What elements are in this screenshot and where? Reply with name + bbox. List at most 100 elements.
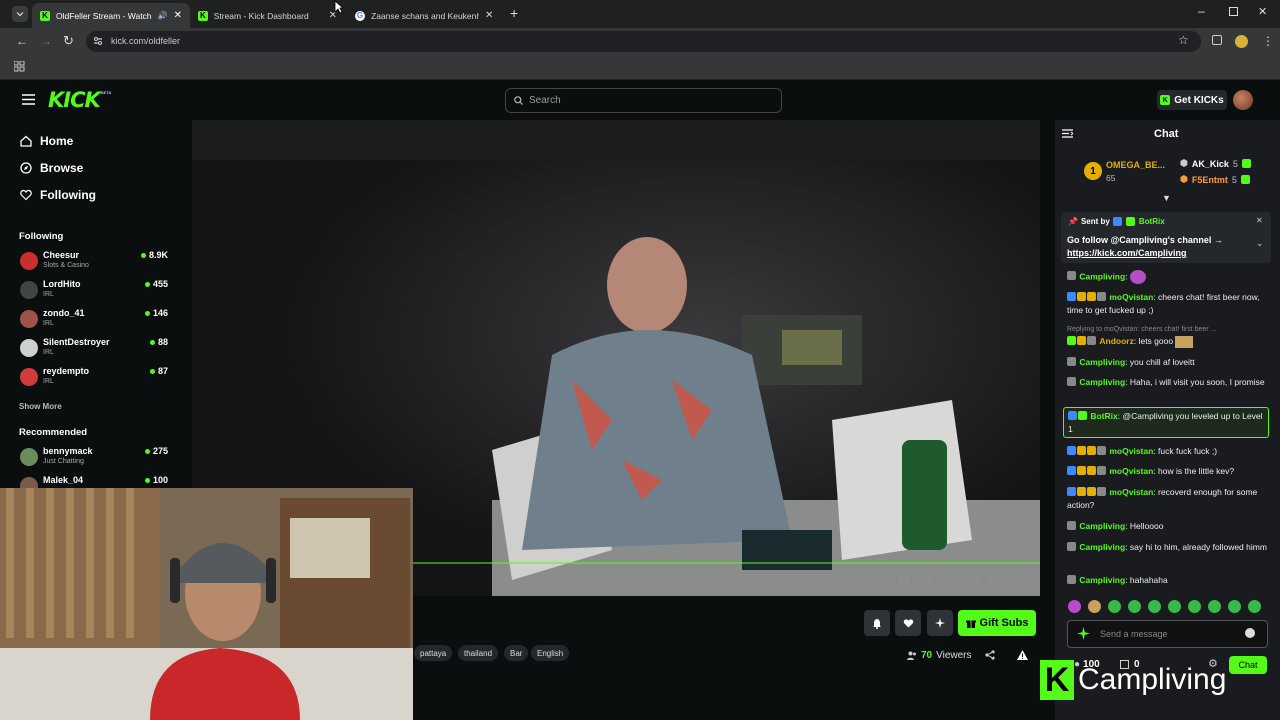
chat-message[interactable]: Andoorz: lets gooo bbox=[1067, 335, 1272, 348]
stream-tag[interactable]: thailand bbox=[458, 645, 499, 661]
browser-menu-icon[interactable]: ⋮ bbox=[1262, 34, 1274, 48]
leaderboard-entry[interactable]: ⬢ F5Entmt 5 bbox=[1180, 174, 1251, 185]
chat-message[interactable]: Campliving: bbox=[1067, 270, 1272, 284]
back-button[interactable]: ← bbox=[16, 34, 28, 48]
theater-mode-icon[interactable] bbox=[934, 574, 943, 583]
forward-button[interactable]: → bbox=[40, 34, 52, 48]
channel-name: LordHito bbox=[43, 279, 81, 289]
reload-button[interactable]: ↻ bbox=[63, 33, 74, 49]
site-info-icon[interactable] bbox=[93, 36, 103, 46]
nav-following[interactable]: Following bbox=[20, 188, 96, 202]
extensions-icon[interactable] bbox=[1212, 35, 1222, 45]
get-kicks-button[interactable]: K Get KICKs bbox=[1157, 90, 1227, 110]
leaderboard-count: 5 bbox=[1232, 158, 1238, 169]
maximize-window-button[interactable] bbox=[1229, 7, 1238, 16]
search-placeholder: Search bbox=[529, 95, 561, 106]
gift-subs-button[interactable]: Gift Subs bbox=[958, 610, 1036, 636]
notification-bell-button[interactable] bbox=[864, 610, 890, 636]
channel-name: SilentDestroyer bbox=[43, 337, 110, 347]
tab-search-button[interactable] bbox=[12, 6, 28, 22]
user-avatar[interactable] bbox=[1233, 90, 1253, 110]
viewer-count: 87 bbox=[149, 366, 168, 376]
url-text[interactable]: kick.com/oldfeller bbox=[111, 36, 180, 46]
recommended-channel[interactable]: Malek_04 100 bbox=[20, 475, 168, 488]
sparkle-icon[interactable] bbox=[1077, 627, 1090, 640]
minimize-window-button[interactable]: – bbox=[1198, 4, 1205, 18]
emote-icon[interactable] bbox=[1088, 600, 1101, 613]
follow-heart-button[interactable] bbox=[895, 610, 921, 636]
new-tab-button[interactable]: + bbox=[510, 5, 518, 21]
channel-category: IRL bbox=[43, 291, 54, 298]
recommended-channel[interactable]: bennymack Just Chatting 275 bbox=[20, 446, 168, 472]
chat-message[interactable]: moQvistan: fuck fuck fuck ;) bbox=[1067, 445, 1272, 458]
address-bar[interactable] bbox=[86, 31, 1201, 52]
sparkle-icon bbox=[935, 618, 945, 628]
emote-icon[interactable] bbox=[1228, 600, 1241, 613]
show-more-link[interactable]: Show More bbox=[19, 402, 62, 411]
browser-tab-oldfeller[interactable]: K OldFeller Stream - Watch Li... 🔊 ✕ bbox=[32, 3, 190, 28]
close-tab-icon[interactable]: ✕ bbox=[174, 10, 182, 21]
unpin-icon[interactable]: ✕ bbox=[1256, 216, 1263, 225]
apps-grid-icon[interactable] bbox=[14, 61, 25, 72]
followed-channel[interactable]: LordHito IRL 455 bbox=[20, 279, 168, 305]
boost-button[interactable] bbox=[927, 610, 953, 636]
kick-coin-icon: K bbox=[1160, 95, 1171, 105]
bookmark-star-icon[interactable]: ☆ bbox=[1178, 33, 1189, 47]
chat-message[interactable]: moQvistan: recoverd enough for some acti… bbox=[1067, 486, 1272, 512]
browser-tab-zaanse[interactable]: G Zaanse schans and Keukenhof ✕ bbox=[347, 3, 505, 28]
emote-icon[interactable] bbox=[1208, 600, 1221, 613]
followed-channel[interactable]: reydempto IRL 87 bbox=[20, 366, 168, 392]
settings-gear-icon[interactable]: ⚙ bbox=[980, 574, 989, 585]
share-icon[interactable] bbox=[985, 650, 995, 660]
chat-message[interactable]: Campliving: hahahaha bbox=[1067, 574, 1272, 587]
chat-message-highlighted[interactable]: BotRix: @Campliving you leveled up to Le… bbox=[1063, 407, 1269, 438]
leaderboard-entry[interactable]: ⬢ AK_Kick 5 bbox=[1180, 158, 1252, 169]
leaderboard-name: AK_Kick bbox=[1191, 158, 1229, 169]
chevron-down-icon[interactable]: ⌄ bbox=[1256, 238, 1264, 249]
collapse-chat-icon[interactable] bbox=[1062, 129, 1073, 138]
clip-icon[interactable] bbox=[888, 574, 897, 583]
chat-message[interactable]: moQvistan: cheers chat! first beer now, … bbox=[1067, 291, 1272, 317]
close-window-button[interactable]: ✕ bbox=[1258, 5, 1267, 18]
hamburger-menu-icon[interactable] bbox=[22, 94, 35, 105]
followed-channel[interactable]: SilentDestroyer IRL 88 bbox=[20, 337, 168, 363]
fullscreen-icon[interactable] bbox=[957, 574, 966, 583]
close-tab-icon[interactable]: ✕ bbox=[485, 10, 493, 21]
emote-icon[interactable] bbox=[1248, 600, 1261, 613]
stream-tag[interactable]: Bar bbox=[504, 645, 529, 661]
followed-channel[interactable]: Cheesur Slots & Casino 8.9K bbox=[20, 250, 168, 276]
kick-favicon-icon: K bbox=[40, 10, 50, 21]
speaker-icon[interactable]: 🔊 bbox=[158, 11, 168, 20]
kick-logo[interactable]: KICK bbox=[48, 88, 101, 112]
expand-leaderboard-icon[interactable]: ▼ bbox=[1162, 193, 1171, 203]
nav-home[interactable]: Home bbox=[20, 134, 73, 148]
nav-browse[interactable]: Browse bbox=[20, 161, 83, 175]
chat-send-button[interactable]: Chat bbox=[1229, 656, 1267, 674]
emote-icon[interactable] bbox=[1108, 600, 1121, 613]
pinned-text: Go follow @Campliving's channel → bbox=[1067, 235, 1223, 245]
emote-icon[interactable] bbox=[1148, 600, 1161, 613]
emote-icon[interactable] bbox=[1128, 600, 1141, 613]
emoji-picker-icon[interactable] bbox=[1245, 628, 1255, 638]
pinned-link[interactable]: https://kick.com/Campliving bbox=[1067, 248, 1187, 258]
followed-channel[interactable]: zondo_41 IRL 146 bbox=[20, 308, 168, 334]
leaderboard-top-name[interactable]: OMEGA_BE... bbox=[1106, 160, 1165, 170]
chat-message[interactable]: Campliving: you chill af loveitt bbox=[1067, 356, 1272, 369]
chat-message[interactable]: Campliving: say hi to him, already follo… bbox=[1067, 541, 1272, 554]
chat-message[interactable]: Campliving: Helloooo bbox=[1067, 520, 1272, 533]
chat-message[interactable]: Campliving: Haha, i will visit you soon,… bbox=[1067, 376, 1272, 389]
emote-icon[interactable] bbox=[1168, 600, 1181, 613]
stream-tag[interactable]: English bbox=[531, 645, 570, 661]
pip-icon[interactable] bbox=[911, 574, 920, 583]
pin-icon: 📌 bbox=[1068, 217, 1078, 226]
kick-k-logo-icon: K bbox=[1040, 660, 1074, 700]
stream-tag[interactable]: pattaya bbox=[414, 645, 453, 661]
search-input[interactable]: Search bbox=[505, 88, 782, 113]
emote-icon[interactable] bbox=[1188, 600, 1201, 613]
report-warning-icon[interactable] bbox=[1017, 650, 1028, 660]
profile-avatar[interactable] bbox=[1235, 35, 1248, 48]
emote-icon[interactable] bbox=[1068, 600, 1081, 613]
browser-tab-dashboard[interactable]: K Stream - Kick Dashboard ✕ bbox=[190, 3, 345, 28]
chat-message[interactable]: moQvistan: how is the little kev? bbox=[1067, 465, 1272, 478]
chat-message-input[interactable]: Send a message bbox=[1067, 620, 1268, 648]
